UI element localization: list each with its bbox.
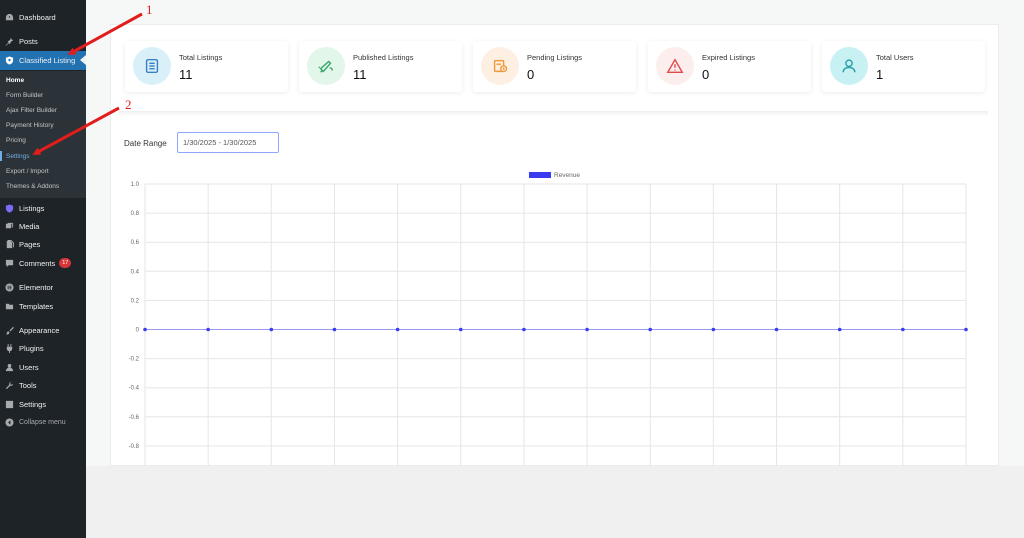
annotation-number-1: 1 bbox=[146, 2, 153, 17]
annotation-arrow-2 bbox=[32, 106, 120, 155]
annotation-arrow-1 bbox=[67, 12, 143, 55]
annotation-number-2: 2 bbox=[125, 97, 132, 112]
annotation-overlay: 1 2 bbox=[32, 2, 153, 155]
